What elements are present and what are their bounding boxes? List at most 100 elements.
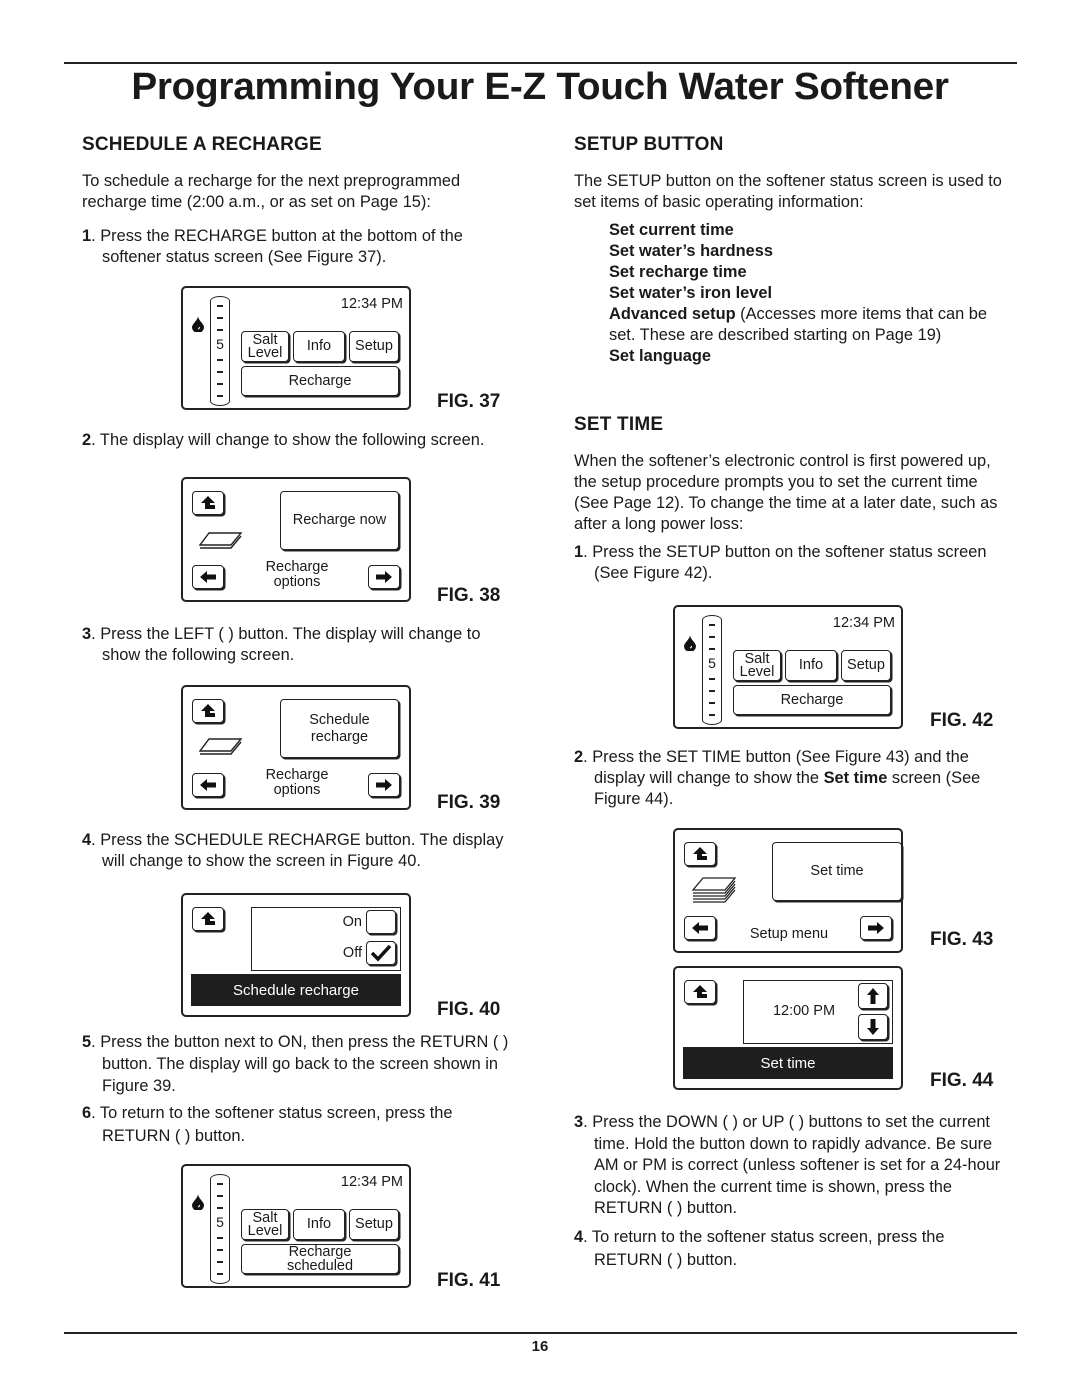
return-icon <box>693 985 707 998</box>
clock-time: 12:34 PM <box>832 615 895 631</box>
fig42-label: FIG. 42 <box>930 710 994 731</box>
return-button[interactable] <box>192 491 224 515</box>
left-step-1: 1. Press the RECHARGE button at the bott… <box>82 227 463 266</box>
left-arrow-icon <box>200 571 216 583</box>
fig44-set-time-screen: 12:00 PM Set time <box>673 966 903 1090</box>
up-arrow-icon <box>867 988 879 1004</box>
set-time-intro: When the softener’s electronic control i… <box>574 452 998 533</box>
info-button[interactable]: Info <box>785 650 837 681</box>
fig37-status-screen: 5 12:34 PM Salt Level Info Setup Recharge <box>181 286 411 410</box>
left-step-2: 2. The display will change to show the f… <box>82 431 485 449</box>
water-drop-icon <box>684 635 696 651</box>
salt-level-button[interactable]: Salt Level <box>241 1209 289 1240</box>
fig40-label: FIG. 40 <box>437 999 501 1020</box>
salt-level-value: 5 <box>213 336 227 352</box>
return-button[interactable] <box>684 842 716 866</box>
return-button[interactable] <box>192 907 224 931</box>
salt-level-button[interactable]: Salt Level <box>241 331 289 362</box>
setup-button[interactable]: Setup <box>841 650 891 681</box>
on-label: On <box>342 914 362 930</box>
right-step-3: 3. Press the DOWN ( ) or UP ( ) buttons … <box>574 1113 1001 1217</box>
page-title: Programming Your E-Z Touch Water Softene… <box>131 66 949 108</box>
fig41-status-screen: 5 12:34 PM Salt Level Info Setup Recharge… <box>181 1164 411 1288</box>
menu-title: Recharge options <box>265 559 329 590</box>
section-heading-set-time: SET TIME <box>574 414 664 435</box>
left-arrow-button[interactable] <box>684 916 716 940</box>
salt-level-button[interactable]: Salt Level <box>733 650 781 681</box>
menu-page-stack-icon <box>199 532 243 549</box>
screen-title-bar: Schedule recharge <box>191 974 401 1006</box>
setup-item: Set current time <box>609 221 734 239</box>
recharge-button[interactable]: Recharge <box>733 685 891 715</box>
right-step-2: 2. Press the SET TIME button (See Figure… <box>574 748 981 808</box>
off-checkbox[interactable] <box>366 941 396 965</box>
page-number: 16 <box>531 1338 549 1355</box>
fig38-recharge-options-screen: Recharge now Recharge options <box>181 477 411 602</box>
top-rule <box>64 62 1017 64</box>
left-arrow-icon <box>200 779 216 791</box>
return-icon <box>693 847 707 860</box>
salt-level-gauge: 5 <box>210 1174 230 1284</box>
right-arrow-button[interactable] <box>860 916 892 940</box>
salt-level-gauge: 5 <box>210 296 230 406</box>
left-arrow-button[interactable] <box>192 773 224 797</box>
fig39-schedule-recharge-screen: Schedule recharge Recharge options <box>181 685 411 810</box>
right-arrow-icon <box>868 922 884 934</box>
right-arrow-button[interactable] <box>368 565 400 589</box>
menu-title: Setup menu <box>749 926 829 942</box>
on-checkbox[interactable] <box>366 910 396 934</box>
return-icon <box>201 912 215 925</box>
off-label: Off <box>342 945 362 961</box>
right-arrow-button[interactable] <box>368 773 400 797</box>
fig43-label: FIG. 43 <box>930 929 994 950</box>
fig37-label: FIG. 37 <box>437 391 501 412</box>
right-arrow-icon <box>376 571 392 583</box>
left-arrow-button[interactable] <box>192 565 224 589</box>
section-heading-schedule-recharge: SCHEDULE A RECHARGE <box>82 134 322 155</box>
setup-item-advanced: Advanced setup (Accesses more items that… <box>609 305 988 344</box>
setup-button[interactable]: Setup <box>349 331 399 362</box>
salt-level-value: 5 <box>213 1214 227 1230</box>
left-step-4: 4. Press the SCHEDULE RECHARGE button. T… <box>82 831 504 870</box>
water-drop-icon <box>192 316 204 332</box>
right-arrow-icon <box>376 779 392 791</box>
menu-title: Recharge options <box>265 767 329 798</box>
water-drop-icon <box>192 1194 204 1210</box>
right-step-4: 4. To return to the softener status scre… <box>574 1228 945 1269</box>
down-arrow-button[interactable] <box>858 1014 888 1040</box>
clock-time: 12:34 PM <box>340 296 403 312</box>
setup-item: Set language <box>609 347 712 365</box>
setup-item: Set water’s hardness <box>609 242 773 260</box>
fig38-label: FIG. 38 <box>437 585 501 606</box>
setup-item: Set recharge time <box>609 263 747 281</box>
time-value-panel: 12:00 PM <box>743 980 893 1044</box>
recharge-button[interactable]: Recharge <box>241 366 399 396</box>
left-step-6: 6. To return to the softener status scre… <box>82 1104 453 1145</box>
schedule-recharge-button[interactable]: Schedule recharge <box>280 699 399 758</box>
return-button[interactable] <box>684 980 716 1004</box>
info-button[interactable]: Info <box>293 1209 345 1240</box>
salt-level-value: 5 <box>705 655 719 671</box>
left-step-5: 5. Press the button next to ON, then pre… <box>82 1033 509 1095</box>
up-arrow-button[interactable] <box>858 983 888 1009</box>
setup-item: Set water’s iron level <box>609 284 773 302</box>
setup-items-list: Set current time Set water’s hardness Se… <box>609 220 1009 367</box>
setup-button[interactable]: Setup <box>349 1209 399 1240</box>
recharge-scheduled-button[interactable]: Recharge scheduled <box>241 1244 399 1274</box>
checkmark-icon <box>370 944 392 962</box>
fig44-label: FIG. 44 <box>930 1070 994 1091</box>
section-heading-setup-button: SETUP BUTTON <box>574 134 724 155</box>
fig41-label: FIG. 41 <box>437 1270 501 1291</box>
down-arrow-icon <box>867 1019 879 1035</box>
fig42-status-screen: 5 12:34 PM Salt Level Info Setup Recharge <box>673 605 903 729</box>
bottom-rule <box>64 1332 1017 1334</box>
left-step-3: 3. Press the LEFT ( ) button. The displa… <box>82 625 481 664</box>
clock-time: 12:34 PM <box>340 1174 403 1190</box>
on-off-panel: On Off <box>251 907 401 971</box>
screen-title-bar: Set time <box>683 1047 893 1079</box>
set-time-button[interactable]: Set time <box>772 842 902 901</box>
recharge-now-button[interactable]: Recharge now <box>280 491 399 550</box>
return-button[interactable] <box>192 699 224 723</box>
info-button[interactable]: Info <box>293 331 345 362</box>
return-icon <box>201 704 215 717</box>
